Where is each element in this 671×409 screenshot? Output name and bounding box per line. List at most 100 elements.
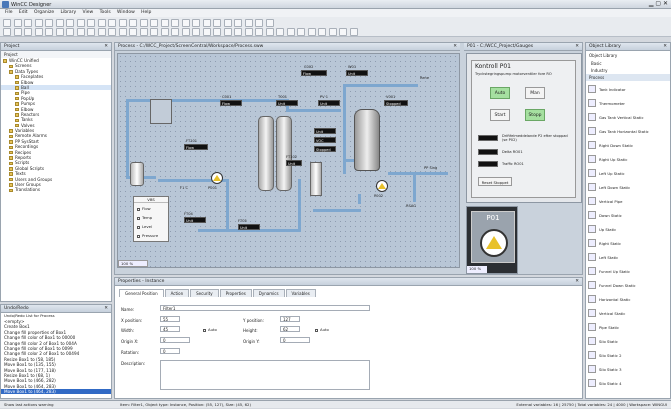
toolbar-button[interactable]	[171, 28, 179, 36]
toolbar-button[interactable]	[213, 19, 221, 27]
toolbar-button[interactable]	[13, 28, 22, 36]
auto-button[interactable]: Auto	[490, 87, 510, 99]
toolbar-button[interactable]	[45, 28, 53, 36]
library-item[interactable]: Right Static	[599, 241, 621, 246]
close-icon[interactable]: ✕	[104, 305, 108, 313]
toolbar-button[interactable]	[213, 28, 221, 36]
man-button[interactable]: Man	[525, 87, 545, 99]
filter-column-1[interactable]	[258, 116, 274, 191]
toolbar-button[interactable]	[286, 28, 295, 36]
feed-tank[interactable]	[130, 162, 144, 186]
toolbar-button[interactable]	[129, 28, 137, 36]
toolbar-button[interactable]	[34, 19, 43, 27]
library-item[interactable]: Pipe Static	[599, 325, 619, 330]
gauge-zoom[interactable]: 100 %	[467, 266, 487, 273]
library-item[interactable]: Down Static	[599, 213, 622, 218]
start-button[interactable]: Start	[490, 109, 510, 121]
toolbar-button[interactable]	[160, 19, 169, 27]
origin-y-field[interactable]: 0	[280, 337, 310, 343]
toolbar-button[interactable]	[160, 28, 169, 36]
process-canvas[interactable]: Flow Unit Flow Unit Unit Stopped Flow Un…	[117, 53, 460, 268]
p01-tab[interactable]: P01 - C:/WCC_Project/Gauges ✕	[464, 43, 582, 51]
toolbar-button[interactable]	[87, 19, 95, 27]
toolbar-button[interactable]	[255, 19, 263, 27]
toolbar-button[interactable]	[192, 19, 200, 27]
toolbar-button[interactable]	[202, 19, 211, 27]
library-tab[interactable]: Object Library	[586, 51, 670, 60]
toolbar-button[interactable]	[265, 28, 274, 36]
toolbar-button[interactable]	[150, 28, 158, 36]
window-controls[interactable]: ▁ ▢ ✕	[649, 0, 668, 7]
toolbar-button[interactable]	[150, 19, 158, 27]
toolbar-button[interactable]	[118, 19, 127, 27]
library-item[interactable]: Gas Tank Horizontal Static	[599, 129, 649, 134]
toolbar-button[interactable]	[13, 19, 22, 27]
toolbar-button[interactable]	[234, 19, 242, 27]
ypos-field[interactable]: 127	[280, 316, 300, 322]
library-item[interactable]: Left Static	[599, 255, 618, 260]
close-icon[interactable]: ✕	[104, 43, 108, 51]
toolbar-button[interactable]	[223, 19, 232, 27]
undo-item[interactable]: Move Box1 to (464, 283)	[1, 389, 111, 395]
toolbar-button[interactable]	[76, 28, 85, 36]
auto-checkbox-2[interactable]: Auto	[315, 327, 329, 332]
toolbar-button[interactable]	[202, 28, 211, 36]
toolbar-button[interactable]	[181, 28, 190, 36]
toolbar-button[interactable]	[97, 19, 106, 27]
menu-help[interactable]: Help	[141, 9, 151, 17]
toolbar-button[interactable]	[55, 28, 64, 36]
toolbar-button[interactable]	[24, 28, 32, 36]
toolbar-button[interactable]	[66, 28, 74, 36]
toolbar-button[interactable]	[223, 28, 232, 36]
reactor-tank[interactable]	[354, 109, 380, 171]
library-item[interactable]: Thermometer	[599, 101, 625, 106]
name-field[interactable]: Filter1	[160, 305, 370, 311]
pump-p002[interactable]	[376, 180, 388, 192]
library-item[interactable]: Right Up Static	[599, 157, 627, 162]
toolbar-button[interactable]	[192, 28, 200, 36]
toolbar-button[interactable]	[66, 19, 74, 27]
toolbar-button[interactable]	[307, 28, 316, 36]
library-group-industry[interactable]: Industry	[586, 67, 670, 74]
toolbar-button[interactable]	[139, 28, 148, 36]
library-item[interactable]: Horizontal Static	[599, 297, 630, 302]
tab-properties[interactable]: Properties	[219, 289, 252, 297]
menu-organize[interactable]: Organize	[34, 9, 54, 17]
toolbar-button[interactable]	[171, 19, 179, 27]
menu-library[interactable]: Library	[60, 9, 76, 17]
toolbar-button[interactable]	[76, 19, 85, 27]
toolbar-button[interactable]	[318, 28, 326, 36]
toolbar-button[interactable]	[3, 19, 11, 27]
tab-dynamics[interactable]: Dynamics	[252, 289, 285, 297]
toolbar-button[interactable]	[244, 28, 253, 36]
reset-button[interactable]: Reset Stoppet	[478, 177, 512, 186]
toolbar-button[interactable]	[181, 19, 190, 27]
close-icon[interactable]: ✕	[575, 43, 579, 51]
toolbar-button[interactable]	[234, 28, 242, 36]
zoom-select[interactable]: 100 %	[118, 260, 148, 267]
library-item[interactable]: Left Up Static	[599, 171, 625, 176]
tab-variables[interactable]: Variables	[285, 289, 316, 297]
library-item[interactable]: Silo Static	[599, 339, 618, 344]
close-icon[interactable]: ✕	[663, 43, 667, 51]
toolbar-button[interactable]	[328, 28, 337, 36]
toolbar-button[interactable]	[55, 19, 64, 27]
toolbar-button[interactable]	[97, 28, 106, 36]
rotation-field[interactable]: 0	[160, 348, 180, 354]
toolbar-button[interactable]	[244, 19, 253, 27]
toolbar-button[interactable]	[108, 28, 116, 36]
menu-tools[interactable]: Tools	[100, 9, 111, 17]
toolbar-button[interactable]	[118, 28, 127, 36]
tab-security[interactable]: Security	[190, 289, 219, 297]
xpos-field[interactable]: 55	[160, 316, 180, 322]
toolbar-button[interactable]	[265, 19, 274, 27]
toolbar-button[interactable]	[129, 19, 137, 27]
toolbar-button[interactable]	[24, 19, 32, 27]
description-field[interactable]	[160, 360, 370, 390]
auto-checkbox[interactable]: Auto	[203, 327, 217, 332]
pump-p001[interactable]	[211, 172, 223, 184]
legend-pressure[interactable]: Pressure	[137, 233, 158, 238]
library-item[interactable]: Gas Tank Vertical Static	[599, 115, 644, 120]
toolbar-button[interactable]	[255, 28, 263, 36]
library-item[interactable]: Vertical Static	[599, 311, 625, 316]
